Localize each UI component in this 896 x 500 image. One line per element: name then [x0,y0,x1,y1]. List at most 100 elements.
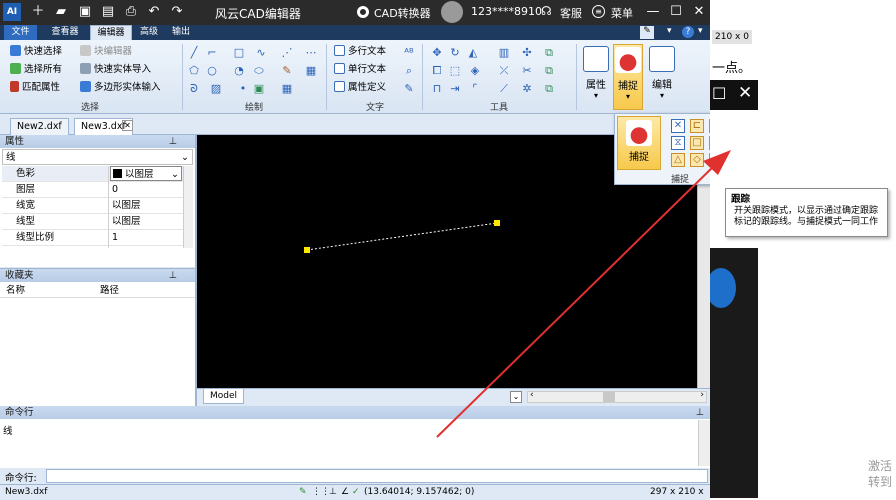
center-snap-icon[interactable]: ○ [709,119,710,133]
circle-icon[interactable]: ○ [205,64,219,78]
freehand-icon[interactable]: ᘐ [187,82,201,96]
help-icon[interactable]: ? [682,26,694,38]
intersection-snap-icon[interactable]: ⧖ [671,136,685,150]
props-scrollbar[interactable] [183,166,193,248]
avatar[interactable] [441,1,463,23]
block-editor-button[interactable]: 块编辑器 [80,44,132,60]
scroll-left-icon[interactable]: ‹ [530,390,534,400]
minimize-icon[interactable]: — [645,4,661,20]
print-icon[interactable]: ⎙ [123,4,139,20]
column-path[interactable]: 路径 [100,283,119,299]
tab-advanced[interactable]: 高级 [136,25,162,40]
table-icon[interactable]: ▦ [280,82,294,96]
rectangle-icon[interactable]: □ [232,46,246,60]
group-icon[interactable]: ⧉ [542,64,556,78]
node-snap-icon[interactable]: ◇ [690,153,704,167]
tab-model[interactable]: Model [203,389,245,404]
pen-icon[interactable]: ✎ [280,64,294,78]
command-input[interactable] [46,469,708,483]
prop-row-ltscale[interactable]: 线型比例 1 [2,230,193,246]
line-icon[interactable]: ╱ [187,46,201,60]
polar-status-icon[interactable]: ∠ [341,485,349,500]
attdef-button[interactable]: 属性定义 [334,80,386,96]
nearest-snap-icon[interactable]: ◉ [709,153,710,167]
pattern-icon[interactable]: ▨ [209,82,223,96]
snap-status-icon[interactable]: ✎ [299,485,307,500]
grid-icon[interactable]: ▦ [304,64,318,78]
endpoint-snap-icon[interactable]: ✕ [671,119,685,133]
midpoint-snap-icon[interactable]: ⊏ [690,119,704,133]
pin-icon[interactable]: ⊥ [696,406,704,419]
track-status-icon[interactable]: ✓ [352,485,360,500]
copy-icon[interactable]: ⧠ [430,64,444,78]
text-style-icon[interactable]: ᴬᴮ [402,46,416,60]
polygon-input-button[interactable]: 多边形实体输入 [80,80,161,96]
array-icon[interactable]: ▥ [497,46,511,60]
horizontal-scrollbar[interactable]: ‹ › [527,390,707,403]
snap-toggle-button[interactable]: 捕捉 [617,116,661,170]
scale-icon[interactable]: ⬚ [448,64,462,78]
doc-tab-new2[interactable]: New2.dxf [10,118,69,135]
command-scrollbar[interactable] [698,420,710,466]
close-icon[interactable]: ✕ [691,4,707,20]
arc-icon[interactable]: ◔ [232,64,246,78]
trim-icon[interactable]: ✂ [520,64,534,78]
save-icon[interactable]: ▣ [77,4,93,20]
tab-file[interactable]: 文件 [4,25,37,40]
prop-row-layer[interactable]: 图层 0 [2,182,193,198]
chamfer-icon[interactable]: ⟋ [497,82,511,96]
help-dropdown-icon[interactable]: ▾ [698,26,703,36]
style-icon[interactable]: ✎ [640,26,654,39]
save-as-icon[interactable]: ▤ [100,4,116,20]
grid-status-icon[interactable]: ⋮⋮ [312,485,330,500]
close-tab-icon[interactable]: ✕ [122,120,133,131]
select-all-button[interactable]: 选择所有 [10,62,62,78]
fillet-icon[interactable]: ⌜ [468,82,482,96]
pin-icon[interactable]: ⊥ [169,269,177,282]
explode-icon[interactable]: ✣ [520,46,534,60]
pin-icon[interactable]: ⊥ [169,135,177,148]
rotate-icon[interactable]: ↻ [448,46,462,60]
move-icon[interactable]: ✥ [430,46,444,60]
scroll-thumb[interactable] [603,392,615,402]
ribbon-options-icon[interactable]: ▾ [667,26,672,36]
spline-icon[interactable]: ∿ [254,46,268,60]
polygon-icon[interactable]: ⬠ [187,64,201,78]
join-icon[interactable]: ⧉ [542,46,556,60]
ellipse-icon[interactable]: ⬭ [252,64,266,78]
find-text-icon[interactable]: ⌕ [402,64,416,78]
hatch-icon[interactable]: ⋯ [304,46,318,60]
column-name[interactable]: 名称 [6,283,25,299]
match-props-button[interactable]: 匹配属性 [10,80,60,96]
converter-button[interactable]: CAD转换器 [374,5,431,21]
tab-viewer[interactable]: 查看器 [44,25,86,40]
tab-editor[interactable]: 编辑器 [90,25,132,40]
quick-import-button[interactable]: 快速实体导入 [80,62,151,78]
tangent-snap-icon[interactable]: △ [671,153,685,167]
mirror-icon[interactable]: ◭ [466,46,480,60]
image-icon[interactable]: ▣ [252,82,266,96]
tab-output[interactable]: 输出 [168,25,194,40]
open-folder-icon[interactable]: ▰ [53,4,69,20]
text-button[interactable]: 单行文本 [334,62,386,78]
grip-start[interactable] [304,247,310,253]
service-button[interactable]: 客服 [560,5,582,21]
extend-icon[interactable]: ⇥ [448,82,462,96]
redo-icon[interactable]: ↷ [169,4,185,20]
account-name[interactable]: 123****8910 [471,5,542,18]
menu-button[interactable]: 菜单 [611,5,633,21]
polyline-icon[interactable]: ⌐ [205,46,219,60]
new-file-icon[interactable]: ＋ [30,4,46,20]
selection-dropdown[interactable]: 线 ⌄ [2,149,193,165]
prop-row-color[interactable]: 色彩 以图层 ⌄ [2,166,193,182]
perpendicular-snap-icon[interactable]: ⊔ [709,136,710,150]
ortho-status-icon[interactable]: ⊥ [329,485,337,500]
quick-select-button[interactable]: 快速选择 [10,44,62,60]
layout-menu-icon[interactable]: ⌄ [510,391,522,403]
stretch-icon[interactable]: ◈ [468,64,482,78]
measure-icon[interactable]: ✲ [520,82,534,96]
properties-button[interactable]: 属性 ▾ [581,44,611,110]
grip-end[interactable] [494,220,500,226]
dot-icon[interactable]: • [236,82,250,96]
mtext-button[interactable]: 多行文本 [334,44,386,60]
